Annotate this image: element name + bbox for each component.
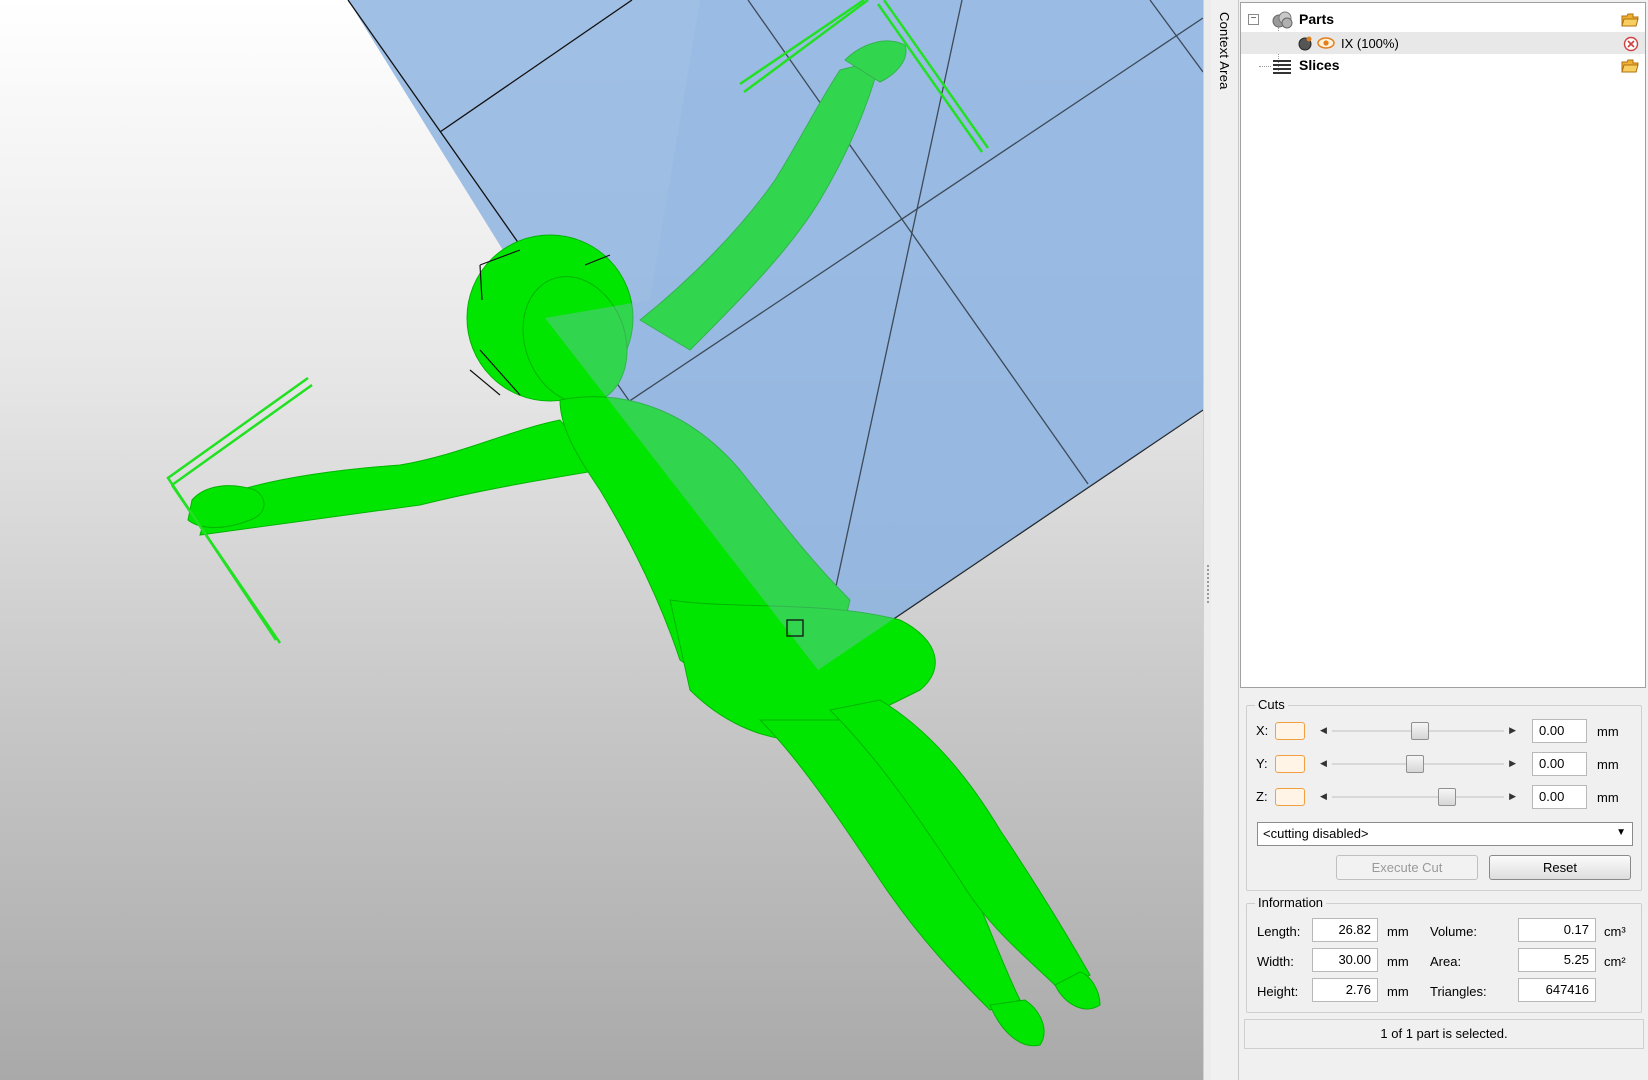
slider-track — [1332, 796, 1504, 798]
tree-item-slices[interactable]: Slices — [1241, 55, 1645, 77]
axis-z-value-input[interactable]: 0.00 — [1532, 785, 1587, 809]
width-unit: mm — [1387, 954, 1409, 969]
selection-status: 1 of 1 part is selected. — [1244, 1019, 1644, 1049]
visibility-eye-icon[interactable] — [1317, 36, 1335, 50]
axis-z-label: Z: — [1256, 789, 1268, 804]
height-value: 2.76 — [1312, 978, 1378, 1002]
chevron-down-icon: ▼ — [1616, 827, 1626, 838]
collapse-icon[interactable]: − — [1248, 14, 1259, 25]
slider-left-arrow-icon[interactable]: ◀ — [1320, 758, 1327, 769]
axis-x-color-swatch[interactable] — [1275, 722, 1305, 740]
slider-thumb[interactable] — [1410, 722, 1429, 740]
axis-y-slider[interactable]: ◀ ▶ — [1318, 755, 1518, 773]
slices-icon — [1273, 60, 1291, 74]
slider-left-arrow-icon[interactable]: ◀ — [1320, 791, 1327, 802]
length-label: Length: — [1257, 924, 1301, 939]
slider-left-arrow-icon[interactable]: ◀ — [1320, 725, 1327, 736]
length-unit: mm — [1387, 924, 1409, 939]
open-folder-icon[interactable] — [1621, 59, 1639, 73]
left-foot — [989, 999, 1045, 1047]
axis-x-slider[interactable]: ◀ ▶ — [1318, 722, 1518, 740]
object-tree[interactable]: − Parts IX (100%) Slices — [1240, 2, 1646, 688]
slider-right-arrow-icon[interactable]: ▶ — [1509, 791, 1516, 802]
slider-right-arrow-icon[interactable]: ▶ — [1509, 758, 1516, 769]
open-folder-icon[interactable] — [1621, 13, 1639, 27]
axis-y-label: Y: — [1256, 756, 1268, 771]
width-value: 30.00 — [1312, 948, 1378, 972]
height-label: Height: — [1257, 984, 1299, 999]
right-panel: − Parts IX (100%) Slices Cuts X: ◀ ▶ 0.0… — [1240, 0, 1648, 1080]
tree-item-part[interactable]: IX (100%) — [1241, 32, 1645, 54]
axis-z-color-swatch[interactable] — [1275, 788, 1305, 806]
area-label: Area: — [1430, 954, 1462, 969]
context-area-tab[interactable]: Context Area — [1211, 0, 1239, 1080]
3d-viewport[interactable] — [0, 0, 1203, 1080]
remove-part-icon[interactable] — [1623, 36, 1639, 52]
axis-y-color-swatch[interactable] — [1275, 755, 1305, 773]
parts-icon — [1272, 11, 1293, 29]
axis-x-label: X: — [1256, 723, 1269, 738]
viewport-scene[interactable] — [0, 0, 1203, 1080]
axis-x-unit: mm — [1597, 724, 1619, 739]
axis-y-value-input[interactable]: 0.00 — [1532, 752, 1587, 776]
volume-value: 0.17 — [1518, 918, 1596, 942]
cut-mode-value: <cutting disabled> — [1263, 826, 1369, 841]
triangles-label: Triangles: — [1430, 984, 1487, 999]
volume-label: Volume: — [1430, 924, 1477, 939]
cut-mode-select[interactable]: <cutting disabled> ▼ — [1257, 822, 1633, 846]
information-title: Information — [1255, 895, 1327, 910]
slider-thumb[interactable] — [1405, 755, 1424, 773]
tree-item-parts[interactable]: − Parts — [1241, 9, 1645, 31]
left-arm — [199, 419, 601, 536]
app-window: Context Area − Parts IX (100%) Slices Cu… — [0, 0, 1648, 1080]
slider-thumb[interactable] — [1438, 788, 1457, 806]
tree-item-label: Parts — [1299, 11, 1335, 27]
cuts-title: Cuts — [1255, 697, 1288, 712]
height-unit: mm — [1387, 984, 1409, 999]
panel-splitter[interactable] — [1203, 0, 1211, 1080]
length-value: 26.82 — [1312, 918, 1378, 942]
area-value: 5.25 — [1518, 948, 1596, 972]
triangles-value: 647416 — [1518, 978, 1596, 1002]
slider-right-arrow-icon[interactable]: ▶ — [1509, 725, 1516, 736]
area-unit: cm² — [1604, 954, 1626, 969]
tree-item-label: Slices — [1299, 57, 1340, 73]
axis-y-unit: mm — [1597, 757, 1619, 772]
axis-z-slider[interactable]: ◀ ▶ — [1318, 788, 1518, 806]
tree-item-label: IX (100%) — [1341, 36, 1399, 51]
part-object-icon — [1298, 36, 1312, 51]
volume-unit: cm³ — [1604, 924, 1626, 939]
execute-cut-button[interactable]: Execute Cut — [1336, 855, 1478, 880]
width-label: Width: — [1257, 954, 1294, 969]
splitter-grip[interactable] — [1207, 565, 1209, 605]
axis-z-unit: mm — [1597, 790, 1619, 805]
context-area-label: Context Area — [1217, 12, 1232, 90]
axis-x-value-input[interactable]: 0.00 — [1532, 719, 1587, 743]
reset-button[interactable]: Reset — [1489, 855, 1631, 880]
